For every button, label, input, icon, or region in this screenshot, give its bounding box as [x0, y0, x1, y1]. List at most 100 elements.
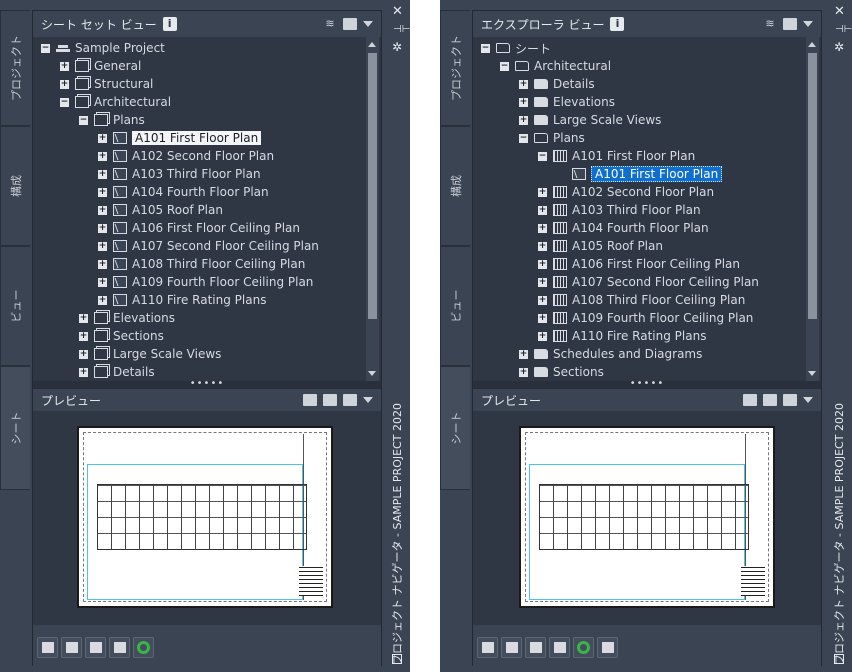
collapse-icon[interactable]: −: [60, 97, 69, 107]
expand-icon[interactable]: +: [98, 151, 107, 161]
collapse-icon[interactable]: −: [41, 43, 50, 53]
tree-node[interactable]: + A104 Fourth Floor Plan: [538, 219, 709, 237]
tab-constructs[interactable]: 構成: [0, 126, 30, 246]
expand-icon[interactable]: +: [538, 313, 547, 323]
expand-icon[interactable]: +: [519, 115, 528, 125]
expand-icon[interactable]: +: [98, 205, 107, 215]
new-sheet-button[interactable]: [477, 637, 498, 658]
tab-views[interactable]: ビュー: [0, 246, 30, 366]
scroll-up-icon[interactable]: [808, 42, 816, 47]
tree-node[interactable]: − シート: [481, 39, 551, 57]
sheet-set-icon[interactable]: ≋: [323, 18, 337, 30]
scroll-down-icon[interactable]: [808, 371, 816, 376]
tree-node[interactable]: + A108 Third Floor Ceiling Plan: [538, 291, 745, 309]
tree-node[interactable]: + A110 Fire Rating Plans: [538, 327, 706, 345]
collapse-icon[interactable]: −: [519, 133, 528, 143]
sheet-view-button[interactable]: [549, 637, 570, 658]
tree-node[interactable]: + Large Scale Views: [519, 111, 661, 129]
expand-icon[interactable]: +: [538, 241, 547, 251]
expand-icon[interactable]: +: [98, 169, 107, 179]
tree-node[interactable]: + Schedules and Diagrams: [519, 345, 702, 363]
expand-icon[interactable]: +: [519, 97, 528, 107]
tree-scrollbar[interactable]: [806, 37, 819, 381]
preview-view-icon[interactable]: [783, 394, 797, 406]
collapse-icon[interactable]: −: [538, 151, 547, 161]
expand-icon[interactable]: +: [60, 61, 69, 71]
collapse-icon[interactable]: −: [500, 61, 509, 71]
expand-icon[interactable]: +: [79, 349, 88, 359]
expand-icon[interactable]: +: [538, 223, 547, 233]
tree-node[interactable]: + Sections: [519, 363, 604, 381]
expand-icon[interactable]: +: [538, 295, 547, 305]
tree-node[interactable]: + Details: [79, 363, 155, 381]
publish-button[interactable]: [85, 637, 106, 658]
refresh-button[interactable]: [133, 637, 154, 658]
panel-splitter[interactable]: •••••: [33, 379, 381, 389]
tree-node[interactable]: + A105 Roof Plan: [98, 201, 223, 219]
preview-mode-icon[interactable]: [303, 394, 317, 406]
collapse-icon[interactable]: −: [481, 43, 490, 53]
expand-icon[interactable]: +: [98, 223, 107, 233]
expand-icon[interactable]: +: [538, 205, 547, 215]
preview-view-icon[interactable]: [343, 394, 357, 406]
expand-icon[interactable]: +: [98, 259, 107, 269]
new-sheet-button[interactable]: [61, 637, 82, 658]
preview-detail-icon[interactable]: [763, 394, 777, 406]
scroll-thumb[interactable]: [808, 53, 817, 319]
expand-icon[interactable]: +: [538, 331, 547, 341]
tree-node[interactable]: + A103 Third Floor Plan: [98, 165, 261, 183]
gear-icon[interactable]: ✲: [834, 40, 844, 54]
tree-node[interactable]: + A101 First Floor Plan: [98, 129, 262, 147]
tree-node[interactable]: + A102 Second Floor Plan: [98, 147, 274, 165]
info-icon[interactable]: i: [610, 17, 625, 31]
tree-node[interactable]: + A107 Second Floor Ceiling Plan: [538, 273, 759, 291]
expand-icon[interactable]: +: [519, 79, 528, 89]
tree-node[interactable]: + A109 Fourth Floor Ceiling Plan: [98, 273, 313, 291]
scroll-up-icon[interactable]: [368, 42, 376, 47]
tree-node[interactable]: − Plans: [79, 111, 145, 129]
tree-node[interactable]: − Plans: [519, 129, 585, 147]
expand-icon[interactable]: +: [538, 277, 547, 287]
palette-menu-icon[interactable]: [392, 654, 402, 664]
close-icon[interactable]: ✕: [392, 4, 403, 19]
info-icon[interactable]: i: [162, 17, 177, 31]
close-icon[interactable]: ✕: [834, 4, 845, 19]
preview-chevron-down-icon[interactable]: [803, 397, 813, 403]
expand-icon[interactable]: +: [98, 295, 107, 305]
tree-node[interactable]: + A109 Fourth Floor Ceiling Plan: [538, 309, 753, 327]
tree-node[interactable]: + A103 Third Floor Plan: [538, 201, 701, 219]
tree-node[interactable]: − Architectural: [500, 57, 611, 75]
tree-node[interactable]: + Elevations: [79, 309, 175, 327]
tree-node[interactable]: + A102 Second Floor Plan: [538, 183, 714, 201]
tab-views[interactable]: ビュー: [440, 246, 470, 366]
publish-button[interactable]: [525, 637, 546, 658]
expand-icon[interactable]: +: [98, 277, 107, 287]
tab-project[interactable]: プロジェクト: [440, 10, 470, 126]
expand-icon[interactable]: +: [98, 187, 107, 197]
tree-scrollbar[interactable]: [366, 37, 379, 381]
scroll-down-icon[interactable]: [368, 371, 376, 376]
tree-node[interactable]: − A101 First Floor Plan: [538, 147, 695, 165]
tree-node[interactable]: + Large Scale Views: [79, 345, 221, 363]
expand-icon[interactable]: +: [79, 331, 88, 341]
tree-node[interactable]: + A105 Roof Plan: [538, 237, 663, 255]
expand-icon[interactable]: +: [519, 349, 528, 359]
refresh-button[interactable]: [573, 637, 594, 658]
tree-node[interactable]: + Structural: [60, 75, 153, 93]
tree-node[interactable]: + A107 Second Floor Ceiling Plan: [98, 237, 319, 255]
palette-menu-icon[interactable]: [834, 654, 844, 664]
expand-icon[interactable]: +: [538, 187, 547, 197]
tree-node[interactable]: − Architectural: [60, 93, 171, 111]
tree-node[interactable]: + General: [60, 57, 141, 75]
open-project-button[interactable]: [37, 637, 58, 658]
preview-chevron-down-icon[interactable]: [363, 397, 373, 403]
collapse-icon[interactable]: −: [79, 115, 88, 125]
auto-hide-icon[interactable]: ⊣⊢: [393, 24, 410, 35]
expand-icon[interactable]: +: [98, 133, 107, 143]
tree-node[interactable]: + A106 First Floor Ceiling Plan: [538, 255, 740, 273]
tab-sheets[interactable]: シート: [440, 366, 470, 490]
expand-icon[interactable]: +: [79, 313, 88, 323]
tree-node[interactable]: A101 First Floor Plan: [557, 165, 723, 183]
expand-icon[interactable]: +: [538, 259, 547, 269]
panel-splitter[interactable]: •••••: [473, 379, 821, 389]
